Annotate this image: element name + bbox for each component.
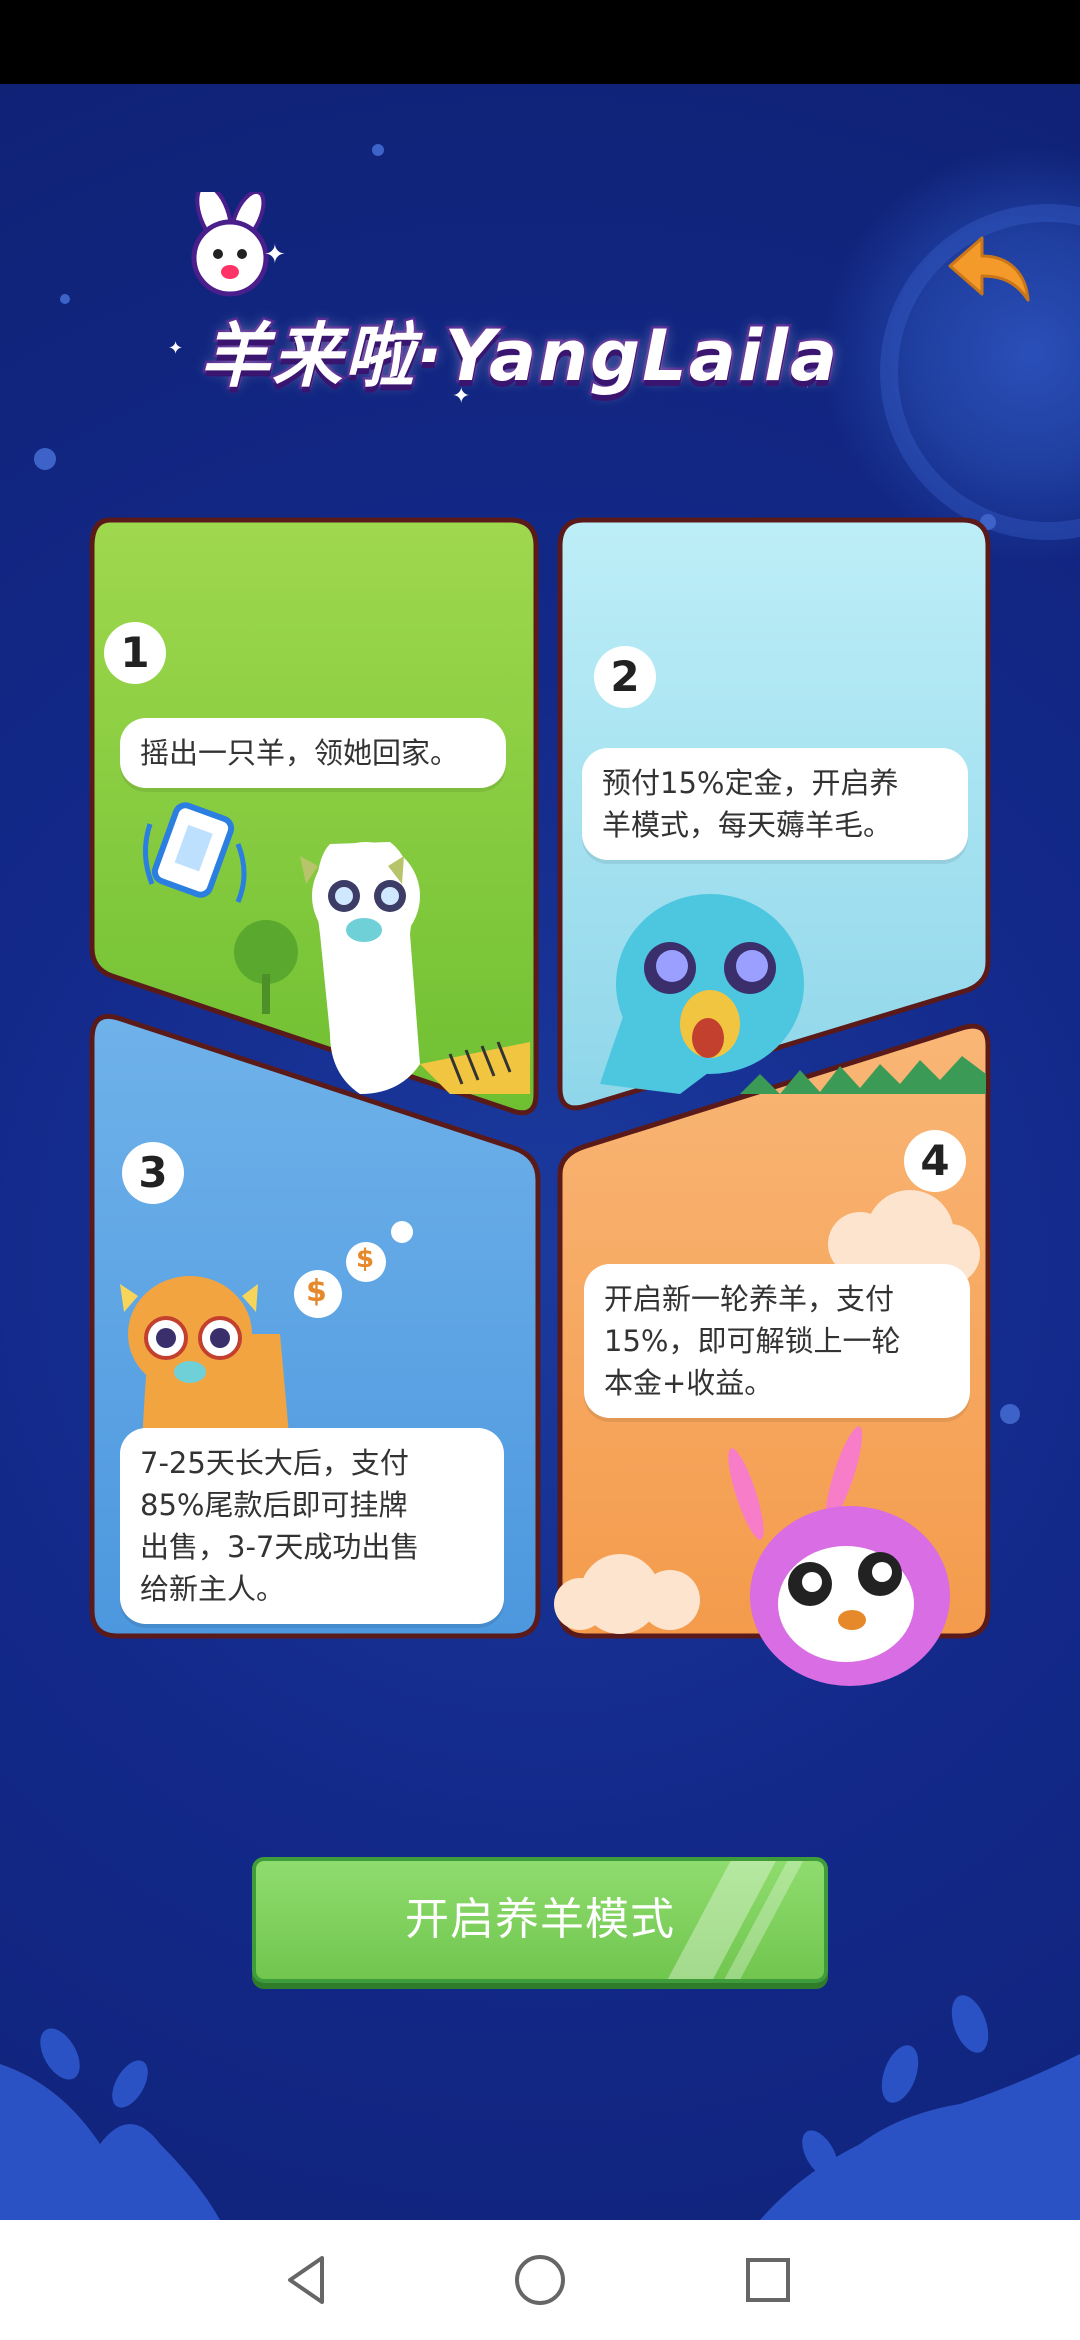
panel-1-text-line: 摇出一只羊，领她回家。	[140, 736, 460, 770]
panel-4-text-line: 开启新一轮养羊，支付	[604, 1282, 895, 1316]
start-raising-label: 开启养羊模式	[405, 1894, 675, 1945]
panel-2-text-line: 羊模式，每天薅羊毛。	[602, 808, 893, 842]
panel-3-text: 7-25天长大后，支付 85%尾款后即可挂牌 出售，3-7天成功出售 给新主人。	[120, 1428, 504, 1624]
panel-4-text-line: 本金+收益。	[604, 1366, 774, 1400]
circle-home-icon	[515, 2255, 565, 2305]
tree-trunk	[262, 974, 270, 1014]
panel-1-text: 摇出一只羊，领她回家。	[120, 718, 506, 788]
panel-3-text-line: 85%尾款后即可挂牌	[140, 1488, 408, 1522]
panel-1-number: 1	[104, 622, 166, 684]
start-raising-button[interactable]: 开启养羊模式	[252, 1857, 828, 1983]
panel-1-bg	[89, 517, 539, 1116]
nav-home-button[interactable]	[510, 2250, 570, 2310]
status-bar	[0, 0, 1080, 84]
nav-back-button[interactable]	[278, 2250, 338, 2310]
panel-3-text-line: 给新主人。	[140, 1572, 286, 1606]
nav-recent-button[interactable]	[738, 2250, 798, 2310]
square-recent-icon	[746, 2258, 790, 2302]
panel-4-text: 开启新一轮养羊，支付 15%，即可解锁上一轮 本金+收益。	[584, 1264, 970, 1418]
panel-3-number: 3	[122, 1142, 184, 1204]
dollar-sign: $	[306, 1274, 327, 1309]
dollar-sign: $	[356, 1244, 375, 1274]
panel-2-text: 预付15%定金，开启养 羊模式，每天薅羊毛。	[582, 748, 968, 860]
panel-4-text-line: 15%，即可解锁上一轮	[604, 1324, 901, 1358]
panel-3-text-line: 出售，3-7天成功出售	[140, 1530, 420, 1564]
panel-3-text-line: 7-25天长大后，支付	[140, 1446, 409, 1480]
plant-silhouette-right	[760, 1995, 1080, 2220]
game-scene: ✦ ✦ ✦ ✦ 羊来啦·YangLaila 1 2 3 4 摇出一只羊，领她回家…	[0, 84, 1080, 2220]
panel-2-number: 2	[594, 646, 656, 708]
panel-2-text-line: 预付15%定金，开启养	[602, 766, 899, 800]
thought-dot	[391, 1221, 413, 1243]
plant-silhouette-left	[0, 2028, 220, 2220]
system-nav-bar	[0, 2220, 1080, 2340]
panel-4-number: 4	[904, 1130, 966, 1192]
triangle-back-icon	[288, 2256, 324, 2304]
